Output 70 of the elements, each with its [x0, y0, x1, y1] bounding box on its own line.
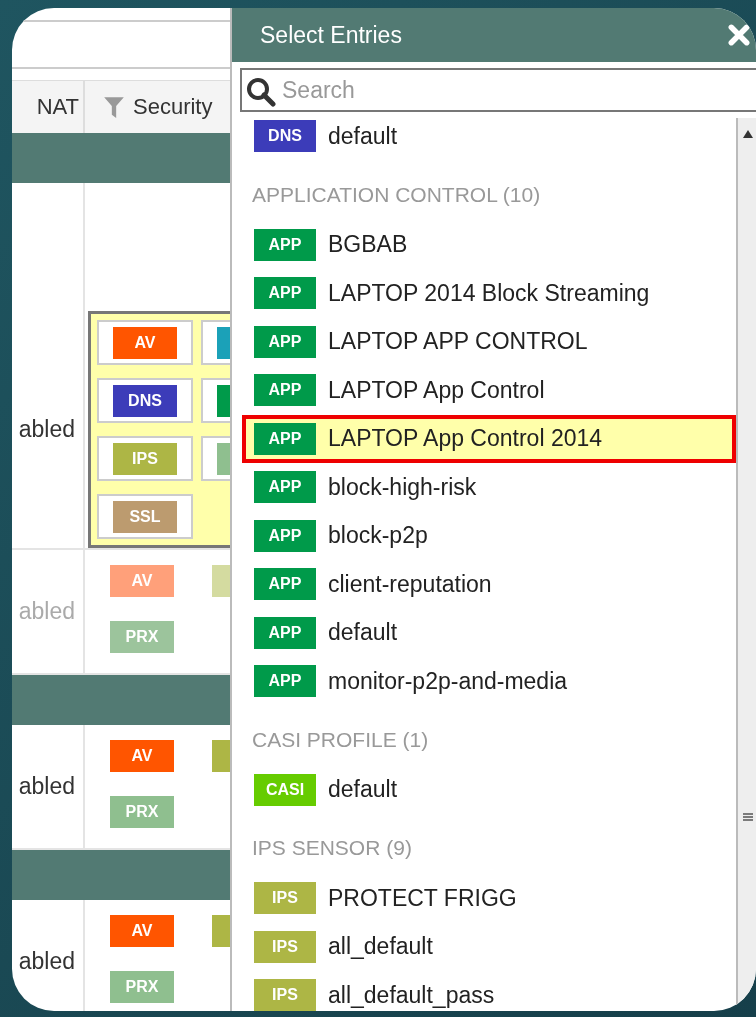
entry-item[interactable]: DNS default	[242, 112, 736, 161]
type-tag: APP	[254, 228, 316, 261]
entry-label: all_default_pass	[328, 981, 495, 1009]
entry-item[interactable]: APP LAPTOP App Control 2014	[242, 414, 736, 463]
entry-item[interactable]: APP LAPTOP App Control	[242, 366, 736, 415]
type-tag: IPS	[254, 930, 316, 963]
entry-label: default	[328, 776, 398, 804]
profile-badge: IPS	[113, 442, 177, 475]
type-tag: APP	[254, 422, 316, 455]
entry-label: client-reputation	[328, 570, 492, 598]
entry-item[interactable]: APP LAPTOP 2014 Block Streaming	[242, 269, 736, 318]
entry-item[interactable]: IPS PROTECT FRIGG	[242, 874, 736, 923]
entry-label: default	[328, 122, 398, 150]
status-text: abled	[18, 773, 75, 800]
search-icon	[246, 77, 276, 107]
entry-label: LAPTOP App Control	[328, 376, 545, 404]
scroll-up-icon[interactable]	[743, 130, 753, 138]
entry-item[interactable]: APP monitor-p2p-and-media	[242, 657, 736, 706]
entry-label: PROTECT FRIGG	[328, 884, 517, 912]
type-tag: APP	[254, 374, 316, 407]
profile-badge: AV	[110, 565, 174, 597]
entry-item[interactable]: IPS all_default	[242, 922, 736, 971]
profile-badge: SSL	[113, 500, 177, 533]
profile-badge: PRX	[110, 621, 174, 653]
entry-item[interactable]: IPS all_default_pass	[242, 971, 736, 1011]
type-tag: DNS	[254, 120, 316, 153]
type-tag: CASI	[254, 773, 316, 806]
profile-badge: PRX	[110, 796, 174, 828]
status-text: abled	[18, 948, 75, 975]
entry-label: monitor-p2p-and-media	[328, 667, 568, 695]
type-tag: APP	[254, 325, 316, 358]
scroll-grip-icon[interactable]	[743, 812, 753, 822]
entry-label: all_default	[328, 933, 433, 961]
type-tag: APP	[254, 568, 316, 601]
section-heading: IPS SENSOR (9)	[251, 835, 413, 861]
type-tag: IPS	[254, 882, 316, 915]
type-tag: APP	[254, 665, 316, 698]
entry-label: LAPTOP 2014 Block Streaming	[328, 279, 650, 307]
type-tag: IPS	[254, 979, 316, 1011]
section-heading: CASI PROFILE (1)	[251, 726, 430, 753]
status-text: abled	[18, 598, 75, 625]
entry-label: block-high-risk	[328, 473, 477, 501]
type-tag: APP	[254, 519, 316, 552]
entry-label: LAPTOP App Control 2014	[328, 425, 603, 453]
entry-item[interactable]: APP LAPTOP APP CONTROL	[242, 317, 736, 366]
entry-label: BGBAB	[328, 231, 408, 259]
status-text: abled	[18, 416, 75, 443]
profile-badge: AV	[110, 915, 174, 947]
dialog-title: Select Entries	[260, 21, 402, 49]
close-icon[interactable]	[728, 24, 750, 46]
type-tag: APP	[254, 616, 316, 649]
profile-badge: PRX	[110, 971, 174, 1003]
profile-badge: AV	[110, 740, 174, 772]
entry-item[interactable]: APP block-high-risk	[242, 463, 736, 512]
entry-item[interactable]: APP default	[242, 608, 736, 657]
profile-badge: DNS	[113, 384, 177, 417]
column-header[interactable]: Security	[85, 81, 230, 133]
entry-item[interactable]: APP BGBAB	[242, 220, 736, 269]
type-tag: APP	[254, 277, 316, 310]
entry-item[interactable]: CASI default	[242, 765, 736, 814]
entry-item[interactable]: APP block-p2p	[242, 511, 736, 560]
entry-label: LAPTOP APP CONTROL	[328, 328, 588, 356]
type-tag: APP	[254, 471, 316, 504]
section-heading: APPLICATION CONTROL (10)	[251, 181, 542, 208]
search-field[interactable]: Search	[240, 68, 756, 112]
profile-badge: AV	[113, 326, 177, 359]
filter-icon	[103, 95, 125, 119]
entry-label: block-p2p	[328, 522, 428, 550]
entry-item[interactable]: APP client-reputation	[242, 560, 736, 609]
entry-label: default	[328, 619, 398, 647]
